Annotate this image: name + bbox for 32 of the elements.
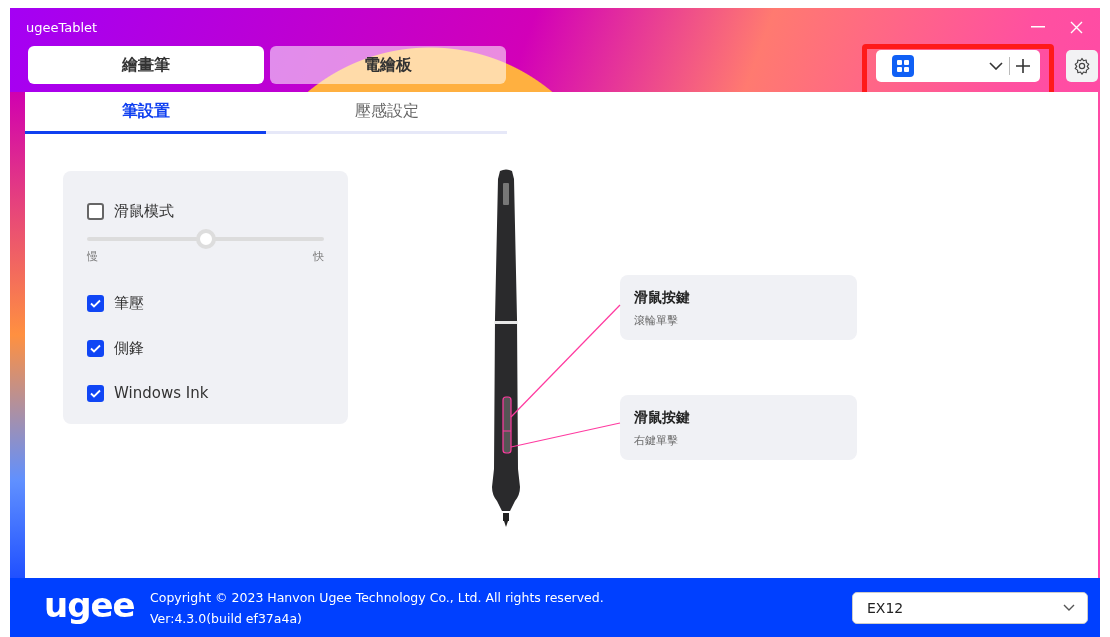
device-tab[interactable]: 繪畫筆 — [28, 46, 264, 84]
copyright-text: Copyright © 2023 Hanvon Ugee Technology Co., Ltd. All rights reserved. — [150, 589, 604, 605]
check-icon — [90, 388, 101, 398]
logo: ugee — [44, 584, 136, 625]
settings-icon — [1073, 57, 1091, 75]
window-title: ugeeTablet — [26, 19, 99, 35]
pen-button-card[interactable]: 滑鼠按鍵 右鍵單擊 — [620, 395, 857, 460]
pen-button-card[interactable]: 滑鼠按鍵 滾輪單擊 — [620, 275, 857, 340]
check-icon — [90, 298, 101, 308]
checkbox[interactable] — [87, 202, 104, 220]
checkbox-label: Windows Ink — [114, 384, 209, 402]
checkbox-label: 筆壓 — [114, 293, 144, 313]
slow-label: 慢 — [87, 249, 98, 264]
fast-label: 快 — [313, 249, 324, 264]
checkbox[interactable] — [87, 384, 104, 402]
plus-icon[interactable] — [1016, 59, 1030, 73]
check-icon — [90, 343, 101, 353]
grid-icon — [892, 55, 914, 77]
checkbox[interactable] — [87, 294, 104, 312]
checkbox-label: 滑鼠模式 — [114, 201, 174, 221]
app-selector[interactable] — [876, 50, 1040, 82]
close-icon[interactable] — [1069, 20, 1083, 34]
slider-thumb[interactable] — [195, 229, 216, 249]
version-text: Ver:4.3.0(build ef37a4a) — [150, 610, 303, 626]
checkbox[interactable] — [87, 339, 104, 357]
settings-button[interactable] — [1066, 50, 1098, 82]
device-dropdown[interactable]: EX12 — [852, 591, 1088, 624]
device-tab[interactable]: 電繪板 — [270, 46, 506, 84]
speed-slider[interactable] — [87, 229, 324, 249]
checkbox-label: 側鋒 — [114, 338, 144, 358]
chevron-down-icon — [1063, 604, 1075, 611]
chevron-down-icon — [989, 62, 1003, 70]
